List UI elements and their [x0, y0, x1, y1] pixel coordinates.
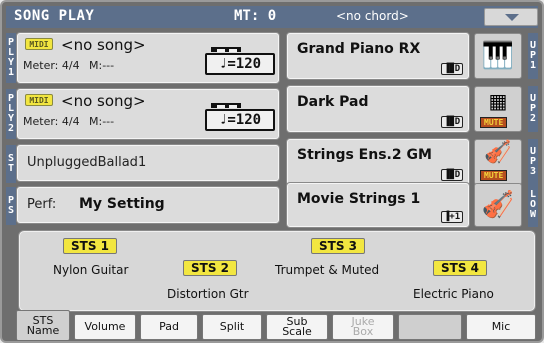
mute-label: MUTE: [480, 117, 508, 128]
performance-name: My Setting: [79, 196, 165, 212]
octave-badge: ▐▉D: [441, 169, 463, 181]
tempo-beat-icon: [211, 103, 241, 108]
player-2-song-name: <no song>: [61, 92, 146, 110]
upper-3-sound-name: Strings Ens.2 GM: [297, 147, 432, 163]
page-menu-button[interactable]: [484, 8, 538, 26]
sts-4-button[interactable]: STS 4: [433, 260, 487, 276]
tab-pad[interactable]: Pad: [140, 314, 198, 340]
performance-prefix: Perf:: [27, 197, 57, 212]
master-transpose: MT: 0: [234, 8, 277, 24]
upper-3-panel[interactable]: Strings Ens.2 GM ▐▉D: [286, 138, 470, 186]
upper-2-panel[interactable]: Dark Pad ▐▉D: [286, 85, 470, 133]
upper-1-panel[interactable]: Grand Piano RX ▐▉D: [286, 32, 470, 80]
octave-badge: ▐+1: [441, 211, 463, 223]
song-play-screen: SONG PLAY MT: 0 <no chord> PLY1 MIDI <no…: [0, 0, 544, 343]
player-2-tag: PLY2: [6, 89, 16, 139]
upper-1-sound-name: Grand Piano RX: [297, 41, 421, 57]
sts-2-button[interactable]: STS 2: [183, 260, 237, 276]
upper-1-tag: UP1: [528, 33, 538, 79]
tab-volume[interactable]: Volume: [74, 314, 136, 340]
tempo-beat-icon: [211, 47, 241, 52]
player-2-meter: Meter: 4/4: [23, 115, 80, 128]
lower-panel[interactable]: Movie Strings 1 ▐+1: [286, 182, 470, 228]
midi-badge: MIDI: [25, 94, 53, 106]
style-tag: ST: [6, 145, 16, 183]
chord-display: <no chord>: [336, 9, 409, 23]
player-2-panel[interactable]: MIDI <no song> Meter: 4/4 M:--- ♩=120: [16, 88, 280, 140]
player-2-measure: M:---: [89, 115, 115, 128]
upper-2-sound-name: Dark Pad: [297, 94, 369, 110]
mute-label: MUTE: [480, 170, 508, 181]
sts-1-button[interactable]: STS 1: [63, 238, 117, 254]
violin-icon[interactable]: 🎻: [474, 183, 522, 227]
sts-4-name: Electric Piano: [413, 287, 494, 301]
page-tabs: STS Name Volume Pad Split Sub Scale Juke Bo…: [16, 310, 538, 341]
sts-2-name: Distortion Gtr: [167, 287, 249, 301]
tab-juke-box[interactable]: Juke Box: [332, 314, 394, 340]
player-1-tag: PLY1: [6, 33, 16, 83]
upper-2-tag: UP2: [528, 86, 538, 132]
performance-tag: PS: [6, 187, 16, 225]
tab-split[interactable]: Split: [202, 314, 262, 340]
player-1-measure: M:---: [89, 59, 115, 72]
tab-empty: [398, 314, 462, 340]
player-1-panel[interactable]: MIDI <no song> Meter: 4/4 M:--- ♩=120: [16, 32, 280, 84]
pad-icon[interactable]: ▦ MUTE: [474, 86, 522, 132]
page-header: SONG PLAY MT: 0 <no chord>: [6, 6, 538, 28]
tab-mic[interactable]: Mic: [466, 314, 536, 340]
octave-badge: ▐▉D: [441, 63, 463, 75]
tab-sts-name[interactable]: STS Name: [16, 310, 70, 340]
player-1-tempo[interactable]: ♩=120: [205, 47, 275, 75]
octave-badge: ▐▉D: [441, 116, 463, 128]
lower-tag: LOW: [528, 183, 538, 227]
player-1-song-name: <no song>: [61, 36, 146, 54]
tab-sub-scale[interactable]: Sub Scale: [266, 314, 328, 340]
performance-panel[interactable]: Perf: My Setting: [16, 186, 280, 224]
player-2-tempo[interactable]: ♩=120: [205, 103, 275, 131]
chevron-down-icon: [505, 14, 519, 21]
grand-piano-icon[interactable]: 🎹: [474, 33, 522, 79]
strings-icon[interactable]: 🎻 MUTE: [474, 139, 522, 185]
style-name: UnpluggedBallad1: [27, 155, 147, 170]
sts-1-name: Nylon Guitar: [53, 263, 129, 277]
sts-3-button[interactable]: STS 3: [311, 238, 365, 254]
sts-panel: STS 1 STS 2 STS 3 STS 4 Nylon Guitar Dis…: [18, 230, 536, 312]
sts-3-name: Trumpet & Muted: [275, 263, 380, 277]
midi-badge: MIDI: [25, 38, 53, 50]
upper-3-tag: UP3: [528, 139, 538, 185]
lower-sound-name: Movie Strings 1: [297, 191, 421, 207]
page-title: SONG PLAY: [14, 8, 95, 24]
player-1-meter: Meter: 4/4: [23, 59, 80, 72]
style-panel[interactable]: UnpluggedBallad1: [16, 144, 280, 182]
